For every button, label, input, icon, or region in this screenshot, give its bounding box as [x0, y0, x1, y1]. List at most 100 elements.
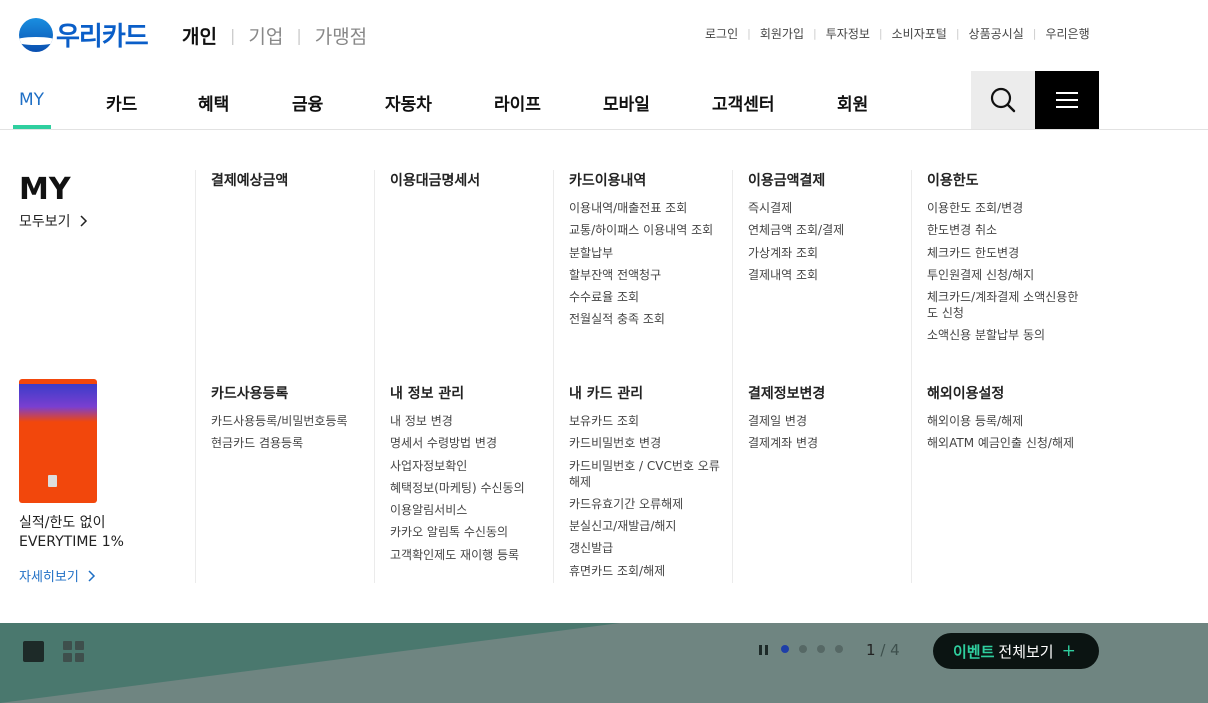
view-all-label: 모두보기	[19, 214, 71, 230]
menu-head-card-usage[interactable]: 카드이용내역	[554, 170, 732, 190]
biz-tab-corporate[interactable]: 기업	[248, 22, 283, 49]
promo-detail-label: 자세히보기	[19, 570, 79, 585]
plus-icon: +	[1061, 641, 1076, 661]
mega-menu-my: MY 모두보기 실적/한도 없이 EVERYTIME 1% 자세히보기 결제예상…	[0, 130, 1208, 623]
logo-text: 우리카드	[56, 22, 149, 52]
menu-link[interactable]: 카드사용등록/비밀번호등록	[211, 413, 364, 429]
menu-head-statement[interactable]: 이용대금명세서	[375, 170, 553, 190]
slide-dot[interactable]	[781, 645, 789, 653]
menu-link[interactable]: 카드비밀번호 / CVC번호 오류해제	[569, 458, 722, 490]
menu-link[interactable]: 이용내역/매출전표 조회	[569, 200, 722, 216]
menu-link[interactable]: 명세서 수령방법 변경	[390, 435, 543, 451]
menu-link[interactable]: 할부잔액 전액청구	[569, 267, 722, 283]
grid-view-button[interactable]	[63, 641, 84, 662]
menu-col-card-usage: 카드이용내역 이용내역/매출전표 조회 교통/하이패스 이용내역 조회 분할납부…	[553, 170, 732, 383]
gnb-item-life[interactable]: 라이프	[494, 90, 541, 115]
menu-link[interactable]: 고객확인제도 재이행 등록	[390, 547, 543, 563]
promo-detail-link[interactable]: 자세히보기	[19, 566, 96, 585]
menu-head-my-card[interactable]: 내 카드 관리	[554, 383, 732, 403]
mega-menu-title: MY	[19, 172, 71, 207]
product-disclosure-link[interactable]: 상품공시실	[969, 25, 1024, 42]
menu-link[interactable]: 결제일 변경	[748, 413, 901, 429]
menu-link[interactable]: 연체금액 조회/결제	[748, 222, 901, 238]
promo-card-image[interactable]	[19, 379, 97, 503]
slide-dot[interactable]	[835, 645, 843, 653]
login-link[interactable]: 로그인	[705, 25, 738, 42]
gnb-item-auto[interactable]: 자동차	[385, 90, 432, 115]
menu-link[interactable]: 내 정보 변경	[390, 413, 543, 429]
menu-link[interactable]: 결제계좌 변경	[748, 435, 901, 451]
pause-button[interactable]	[759, 645, 768, 655]
event-label: 전체보기	[998, 642, 1054, 661]
menu-col-my-info: 내 정보 관리 내 정보 변경 명세서 수령방법 변경 사업자정보확인 혜택정보…	[374, 383, 553, 583]
menu-col-payment-info: 결제정보변경 결제일 변경 결제계좌 변경	[732, 383, 911, 583]
divider: |	[813, 27, 817, 40]
utility-nav: 로그인 | 회원가입 | 투자정보 | 소비자포털 | 상품공시실 | 우리은행	[705, 25, 1090, 42]
menu-link[interactable]: 이용한도 조회/변경	[927, 200, 1080, 216]
menu-link[interactable]: 해외이용 등록/해제	[927, 413, 1080, 429]
menu-link[interactable]: 사업자정보확인	[390, 458, 543, 474]
menu-head-my-info[interactable]: 내 정보 관리	[375, 383, 553, 403]
menu-link[interactable]: 해외ATM 예금인출 신청/해제	[927, 435, 1080, 451]
all-menu-button[interactable]	[1035, 71, 1099, 129]
menu-link[interactable]: 갱신발급	[569, 540, 722, 556]
menu-link[interactable]: 분할납부	[569, 245, 722, 261]
gnb-item-customer-center[interactable]: 고객센터	[712, 90, 775, 115]
menu-link[interactable]: 즉시결제	[748, 200, 901, 216]
menu-head-expected-payment[interactable]: 결제예상금액	[196, 170, 374, 190]
gnb-item-my[interactable]: MY	[19, 90, 44, 110]
menu-link[interactable]: 소액신용 분할납부 동의	[927, 327, 1080, 343]
menu-head-payment-info[interactable]: 결제정보변경	[733, 383, 911, 403]
gnb-item-benefit[interactable]: 혜택	[198, 90, 229, 115]
menu-link[interactable]: 분실신고/재발급/해지	[569, 518, 722, 534]
menu-head-overseas[interactable]: 해외이용설정	[912, 383, 1090, 403]
menu-head-limit[interactable]: 이용한도	[912, 170, 1090, 190]
woori-logo-icon	[19, 17, 53, 52]
menu-link[interactable]: 카드유효기간 오류해제	[569, 496, 722, 512]
menu-link[interactable]: 체크카드 한도변경	[927, 245, 1080, 261]
gnb-item-mobile[interactable]: 모바일	[603, 90, 650, 115]
gnb-item-finance[interactable]: 금융	[292, 90, 323, 115]
divider: |	[229, 26, 236, 45]
gnb-item-card[interactable]: 카드	[106, 90, 137, 115]
menu-link[interactable]: 보유카드 조회	[569, 413, 722, 429]
menu-link[interactable]: 카카오 알림톡 수신동의	[390, 524, 543, 540]
menu-link[interactable]: 수수료율 조회	[569, 289, 722, 305]
woori-card-logo[interactable]: 우리카드	[19, 16, 149, 53]
menu-link[interactable]: 카드비밀번호 변경	[569, 435, 722, 451]
menu-link[interactable]: 혜택정보(마케팅) 수신동의	[390, 480, 543, 496]
all-events-button[interactable]: 이벤트 전체보기 +	[933, 633, 1099, 669]
slide-dot[interactable]	[817, 645, 825, 653]
signup-link[interactable]: 회원가입	[760, 25, 804, 42]
hamburger-icon	[1056, 92, 1078, 108]
menu-link[interactable]: 한도변경 취소	[927, 222, 1080, 238]
search-button[interactable]	[971, 71, 1035, 129]
woori-bank-link[interactable]: 우리은행	[1045, 25, 1089, 42]
biz-tab-merchant[interactable]: 가맹점	[315, 22, 367, 49]
view-all-link[interactable]: 모두보기	[19, 211, 88, 231]
menu-link[interactable]: 휴면카드 조회/해제	[569, 563, 722, 579]
divider: |	[955, 27, 960, 40]
menu-col-overseas: 해외이용설정 해외이용 등록/해제 해외ATM 예금인출 신청/해제	[911, 383, 1090, 583]
chevron-right-icon	[88, 570, 96, 582]
divider: |	[1032, 27, 1037, 40]
consumer-portal-link[interactable]: 소비자포털	[892, 25, 947, 42]
pager-separator: /	[875, 641, 891, 659]
slide-dot[interactable]	[799, 645, 807, 653]
search-icon	[990, 87, 1016, 113]
menu-head-payment[interactable]: 이용금액결제	[733, 170, 911, 190]
active-tab-indicator	[13, 125, 51, 129]
menu-link[interactable]: 교통/하이패스 이용내역 조회	[569, 222, 722, 238]
menu-link[interactable]: 결제내역 조회	[748, 267, 901, 283]
menu-link[interactable]: 투인원결제 신청/해지	[927, 267, 1080, 283]
biz-tab-personal[interactable]: 개인	[182, 22, 217, 49]
menu-link[interactable]: 체크카드/계좌결제 소액신용한도 신청	[927, 289, 1080, 321]
menu-link[interactable]: 전월실적 충족 조회	[569, 311, 722, 327]
single-view-button[interactable]	[23, 641, 44, 662]
gnb-item-member[interactable]: 회원	[837, 90, 868, 115]
investor-info-link[interactable]: 투자정보	[826, 25, 870, 42]
menu-link[interactable]: 이용알림서비스	[390, 502, 543, 518]
menu-link[interactable]: 현금카드 겸용등록	[211, 435, 364, 451]
menu-link[interactable]: 가상계좌 조회	[748, 245, 901, 261]
menu-head-card-registration[interactable]: 카드사용등록	[196, 383, 374, 403]
